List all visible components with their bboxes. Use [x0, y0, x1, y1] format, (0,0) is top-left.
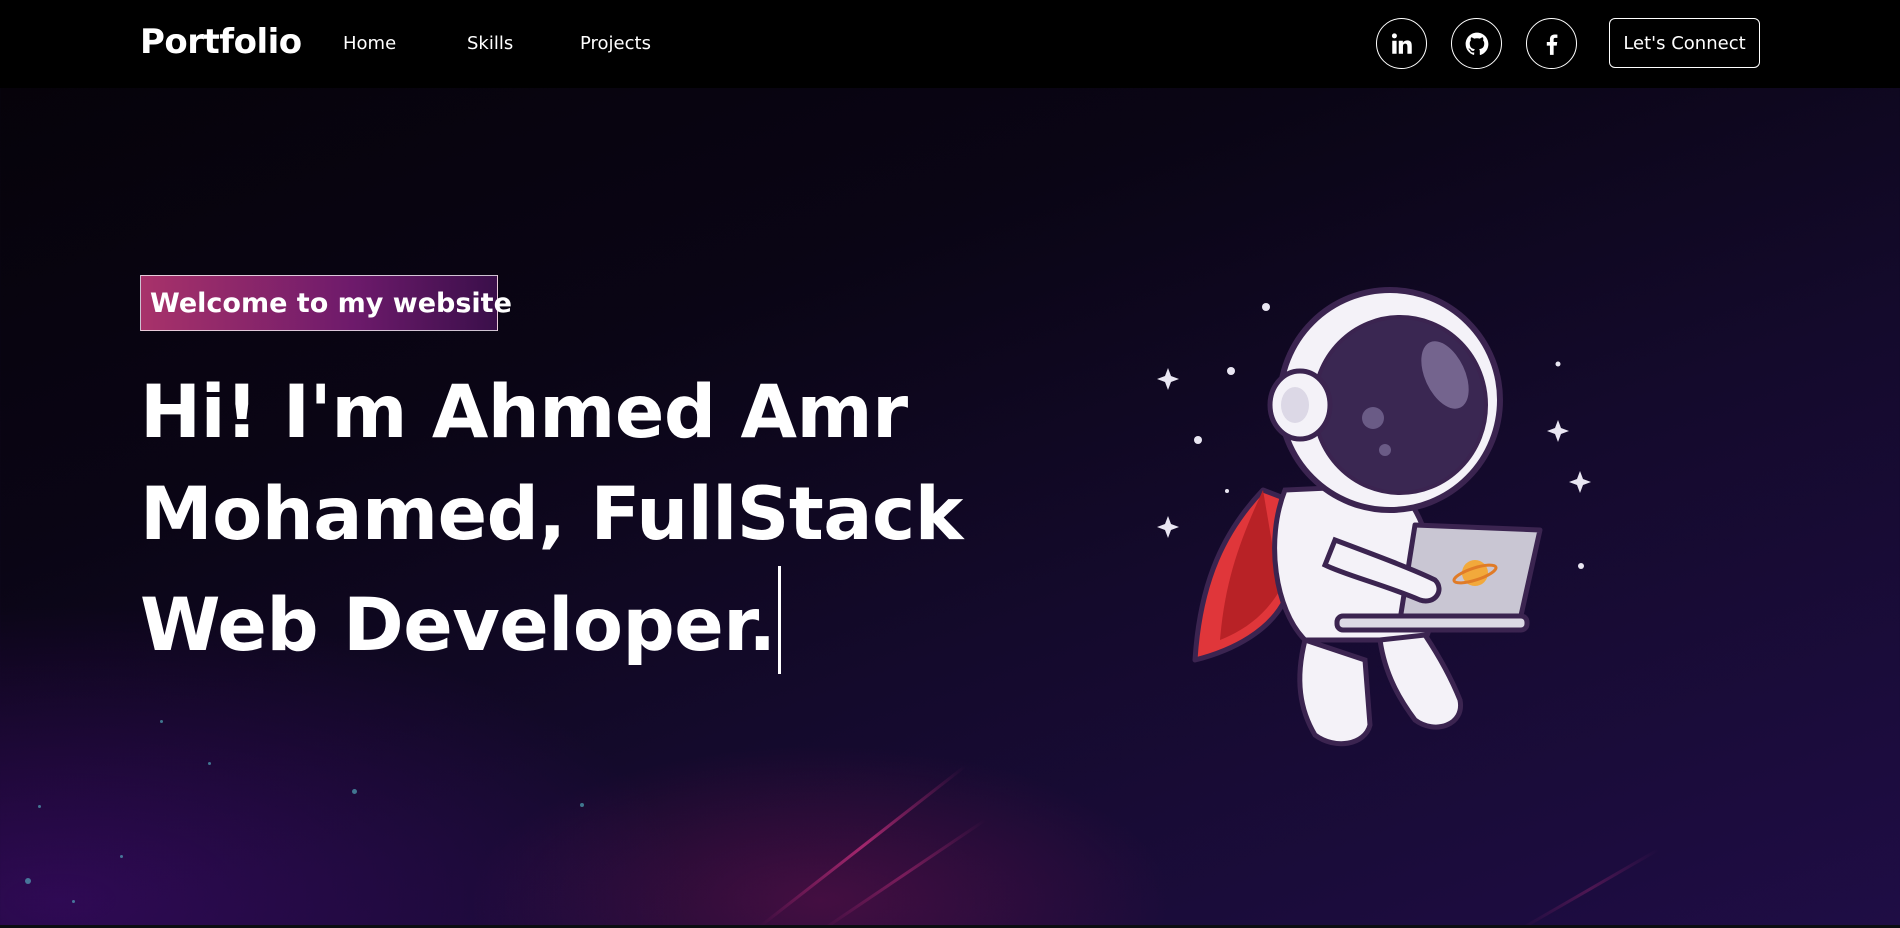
- linkedin-button[interactable]: [1376, 18, 1427, 69]
- facebook-button[interactable]: [1526, 18, 1577, 69]
- hero-headline: Hi! I'm Ahmed Amr Mohamed, FullStack Web…: [140, 362, 1000, 677]
- github-button[interactable]: [1451, 18, 1502, 69]
- background-streak: [819, 818, 987, 928]
- nav-link-projects[interactable]: Projects: [580, 33, 651, 54]
- background-star: [120, 855, 123, 858]
- background-streak: [1519, 848, 1660, 928]
- background-star: [160, 720, 163, 723]
- lets-connect-button[interactable]: Let's Connect: [1609, 18, 1760, 68]
- linkedin-icon: [1391, 32, 1412, 54]
- typing-caret: [777, 566, 781, 674]
- background-star: [38, 805, 41, 808]
- github-icon: [1465, 32, 1488, 55]
- navbar: Portfolio Home Skills Projects Let's Con…: [0, 0, 1900, 88]
- nav-link-home[interactable]: Home: [343, 33, 396, 54]
- brand-logo[interactable]: Portfolio: [140, 22, 302, 62]
- nav-link-skills[interactable]: Skills: [467, 33, 513, 54]
- astronaut-illustration: [1157, 287, 1591, 747]
- hero-headline-text: Hi! I'm Ahmed Amr Mohamed, FullStack Web…: [140, 370, 963, 668]
- background-star: [25, 878, 31, 884]
- welcome-tagline: Welcome to my website: [140, 275, 512, 331]
- facebook-icon: [1546, 33, 1557, 55]
- background-star: [580, 803, 584, 807]
- background-star: [208, 762, 211, 765]
- background-star: [72, 900, 75, 903]
- background-star: [352, 789, 357, 794]
